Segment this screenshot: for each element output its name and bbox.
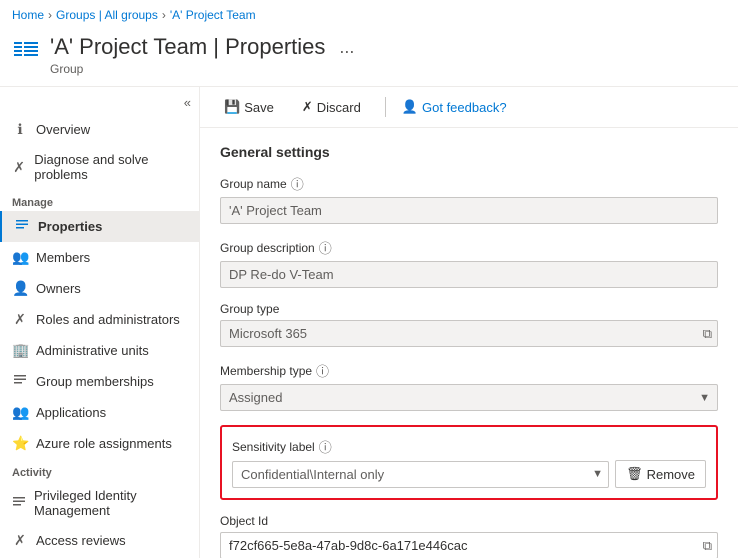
breadcrumb-home[interactable]: Home [12,8,44,22]
breadcrumb-groups[interactable]: Groups | All groups [56,8,158,22]
info-icon: ℹ [12,121,28,138]
activity-section-label: Activity [0,459,199,481]
sidebar-item-group-memberships[interactable]: Group memberships [0,366,199,397]
roles-icon: ✗ [12,311,28,328]
group-description-field: Group description ⓘ [220,238,718,288]
group-description-label: Group description ⓘ [220,238,718,257]
sidebar-item-admin-units[interactable]: 🏢 Administrative units [0,335,199,366]
group-name-input[interactable] [220,197,718,224]
sidebar-section-general: ℹ Overview ✗ Diagnose and solve problems [0,114,199,189]
collapse-button[interactable]: « [0,91,199,114]
sidebar-item-applications[interactable]: 👥 Applications [0,397,199,428]
membership-type-select-wrapper: Assigned Dynamic User Dynamic Device ▼ [220,384,718,411]
owners-icon: 👤 [12,280,28,297]
sidebar-item-overview[interactable]: ℹ Overview [0,114,199,145]
sidebar-item-azure-role[interactable]: ⭐ Azure role assignments [0,428,199,459]
sidebar-item-members[interactable]: 👥 Members [0,242,199,273]
admin-units-icon: 🏢 [12,342,28,359]
discard-icon: ✗ [302,99,313,115]
group-name-field: Group name ⓘ [220,174,718,224]
diagnose-icon: ✗ [12,159,26,176]
group-type-input[interactable] [220,320,718,347]
group-icon [12,36,40,71]
object-id-copy-icon[interactable]: ⧉ [703,538,712,554]
pim-icon [12,495,26,512]
object-id-field: Object Id ⧉ [220,514,718,558]
group-name-label: Group name ⓘ [220,174,718,193]
feedback-button[interactable]: 👤 Got feedback? [402,99,507,115]
discard-button[interactable]: ✗ Discard [294,95,369,119]
object-id-label: Object Id [220,514,718,528]
membership-type-field: Membership type ⓘ Assigned Dynamic User … [220,361,718,411]
membership-type-select[interactable]: Assigned Dynamic User Dynamic Device [220,384,718,411]
sensitivity-label-section: Sensitivity label ⓘ ▼ 🗑 Remove [220,425,718,500]
section-title: General settings [220,144,718,160]
membership-type-info-icon[interactable]: ⓘ [316,361,329,380]
breadcrumb: Home › Groups | All groups › 'A' Project… [0,0,738,30]
remove-sensitivity-button[interactable]: 🗑 Remove [615,460,706,488]
sensitivity-select-wrapper: ▼ [232,461,609,488]
toolbar-divider [385,97,386,117]
main-layout: « ℹ Overview ✗ Diagnose and solve proble… [0,87,738,558]
sidebar-item-properties[interactable]: Properties [0,211,199,242]
content-area: 💾 Save ✗ Discard 👤 Got feedback? General… [200,87,738,558]
page-subtitle: Group [50,62,354,76]
sidebar-section-manage: Manage Properties 👥 Members 👤 Owners [0,189,199,459]
group-type-field: Group type ⧉ [220,302,718,347]
page-header: 'A' Project Team | Properties ... Group [0,30,738,87]
group-name-input-wrapper [220,197,718,224]
feedback-icon: 👤 [402,99,418,115]
membership-type-label: Membership type ⓘ [220,361,718,380]
group-memberships-icon [12,373,28,390]
sidebar-item-roles[interactable]: ✗ Roles and administrators [0,304,199,335]
group-type-copy-icon[interactable]: ⧉ [703,326,712,342]
azure-role-icon: ⭐ [12,435,28,452]
object-id-input[interactable] [220,532,718,558]
form-area: General settings Group name ⓘ Group desc… [200,128,738,558]
group-name-info-icon[interactable]: ⓘ [291,174,304,193]
group-description-input[interactable] [220,261,718,288]
members-icon: 👥 [12,249,28,266]
sensitivity-input-row: ▼ 🗑 Remove [232,460,706,488]
group-description-info-icon[interactable]: ⓘ [319,238,332,257]
save-icon: 💾 [224,99,240,115]
sidebar: « ℹ Overview ✗ Diagnose and solve proble… [0,87,200,558]
sidebar-item-owners[interactable]: 👤 Owners [0,273,199,304]
object-id-wrapper: ⧉ [220,532,718,558]
applications-icon: 👥 [12,404,28,421]
more-options-button[interactable]: ... [339,37,354,58]
page-title: 'A' Project Team | Properties [50,34,325,60]
group-type-label: Group type [220,302,718,316]
sensitivity-field-label: Sensitivity label ⓘ [232,437,706,456]
access-reviews-icon: ✗ [12,532,28,549]
remove-icon: 🗑 [626,466,643,482]
save-button[interactable]: 💾 Save [216,95,282,119]
sidebar-item-diagnose[interactable]: ✗ Diagnose and solve problems [0,145,199,189]
properties-icon [14,218,30,235]
group-type-wrapper: ⧉ [220,320,718,347]
manage-section-label: Manage [0,189,199,211]
sensitivity-input[interactable] [232,461,609,488]
breadcrumb-current[interactable]: 'A' Project Team [170,8,256,22]
sensitivity-info-icon[interactable]: ⓘ [319,437,332,456]
sidebar-section-activity: Activity Privileged Identity Management … [0,459,199,558]
toolbar: 💾 Save ✗ Discard 👤 Got feedback? [200,87,738,128]
sidebar-item-access-reviews[interactable]: ✗ Access reviews [0,525,199,556]
sidebar-item-pim[interactable]: Privileged Identity Management [0,481,199,525]
